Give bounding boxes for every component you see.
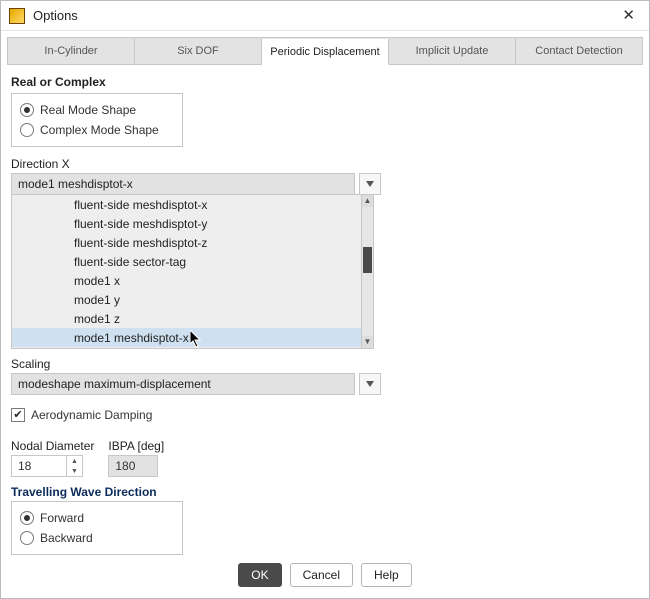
aero-damping-label: Aerodynamic Damping	[31, 408, 152, 422]
spinner-up-icon[interactable]: ▲	[67, 456, 82, 466]
aero-damping-checkbox[interactable]: ✔ Aerodynamic Damping	[11, 405, 639, 425]
dialog-body: Real or Complex Real Mode Shape Complex …	[1, 65, 649, 556]
scaling-label: Scaling	[11, 357, 639, 371]
cancel-button[interactable]: Cancel	[290, 563, 353, 587]
scroll-thumb[interactable]	[363, 247, 372, 273]
ibpa-value: 180	[115, 459, 135, 473]
help-button[interactable]: Help	[361, 563, 412, 587]
real-complex-group: Real Mode Shape Complex Mode Shape	[11, 93, 183, 147]
options-dialog: Options ✕ In-Cylinder Six DOF Periodic D…	[0, 0, 650, 599]
radio-icon	[20, 531, 34, 545]
nodal-diameter-input[interactable]: 18 ▲ ▼	[11, 455, 83, 477]
dropdown-option[interactable]: mode1 z	[12, 309, 361, 328]
radio-complex-mode-shape[interactable]: Complex Mode Shape	[20, 120, 174, 140]
scroll-up-icon[interactable]: ▲	[362, 195, 373, 207]
ok-button[interactable]: OK	[238, 563, 281, 587]
checkbox-icon: ✔	[11, 408, 25, 422]
scroll-track[interactable]	[362, 207, 373, 336]
dropdown-option[interactable]: mode1 meshdisptot-y	[12, 347, 361, 348]
scaling-value: modeshape maximum-displacement	[11, 373, 355, 395]
tab-bar: In-Cylinder Six DOF Periodic Displacemen…	[7, 37, 643, 65]
window-title: Options	[33, 8, 616, 23]
radio-label: Real Mode Shape	[40, 103, 136, 117]
radio-icon	[20, 123, 34, 137]
dropdown-option[interactable]: fluent-side meshdisptot-z	[12, 233, 361, 252]
tab-six-dof[interactable]: Six DOF	[135, 38, 262, 64]
direction-x-combo[interactable]: mode1 meshdisptot-x	[11, 173, 381, 195]
radio-backward[interactable]: Backward	[20, 528, 174, 548]
direction-x-dropdown: fluent-side meshdisptot-x fluent-side me…	[11, 194, 374, 349]
twd-heading: Travelling Wave Direction	[11, 485, 639, 499]
real-complex-heading: Real or Complex	[11, 75, 639, 89]
spinner-down-icon[interactable]: ▼	[67, 466, 82, 476]
close-icon[interactable]: ✕	[616, 4, 641, 27]
scroll-down-icon[interactable]: ▼	[362, 336, 373, 348]
scaling-combo[interactable]: modeshape maximum-displacement	[11, 373, 381, 395]
radio-label: Complex Mode Shape	[40, 123, 159, 137]
chevron-down-icon[interactable]	[359, 173, 381, 195]
ibpa-label: IBPA [deg]	[108, 439, 164, 453]
radio-icon	[20, 511, 34, 525]
dropdown-scrollbar[interactable]: ▲ ▼	[361, 195, 373, 348]
dropdown-option[interactable]: fluent-side meshdisptot-y	[12, 214, 361, 233]
dropdown-option[interactable]: fluent-side sector-tag	[12, 252, 361, 271]
ibpa-input[interactable]: 180	[108, 455, 158, 477]
titlebar: Options ✕	[1, 1, 649, 31]
dropdown-option[interactable]: mode1 x	[12, 271, 361, 290]
dropdown-option[interactable]: fluent-side meshdisptot-x	[12, 195, 361, 214]
radio-label: Forward	[40, 511, 84, 525]
tab-in-cylinder[interactable]: In-Cylinder	[8, 38, 135, 64]
dropdown-option[interactable]: mode1 y	[12, 290, 361, 309]
radio-label: Backward	[40, 531, 93, 545]
nodal-diameter-value: 18	[12, 456, 66, 476]
spinner-arrows: ▲ ▼	[66, 456, 82, 476]
tab-implicit-update[interactable]: Implicit Update	[389, 38, 516, 64]
direction-x-value: mode1 meshdisptot-x	[11, 173, 355, 195]
twd-group: Forward Backward	[11, 501, 183, 555]
tab-contact-detection[interactable]: Contact Detection	[516, 38, 642, 64]
chevron-down-icon[interactable]	[359, 373, 381, 395]
nodal-diameter-label: Nodal Diameter	[11, 439, 94, 453]
radio-forward[interactable]: Forward	[20, 508, 174, 528]
radio-real-mode-shape[interactable]: Real Mode Shape	[20, 100, 174, 120]
app-icon	[9, 8, 25, 24]
dialog-footer: OK Cancel Help	[1, 556, 649, 598]
dropdown-option[interactable]: mode1 meshdisptot-x	[12, 328, 361, 347]
tab-periodic-displacement[interactable]: Periodic Displacement	[262, 39, 389, 65]
direction-x-label: Direction X	[11, 157, 639, 171]
radio-icon	[20, 103, 34, 117]
